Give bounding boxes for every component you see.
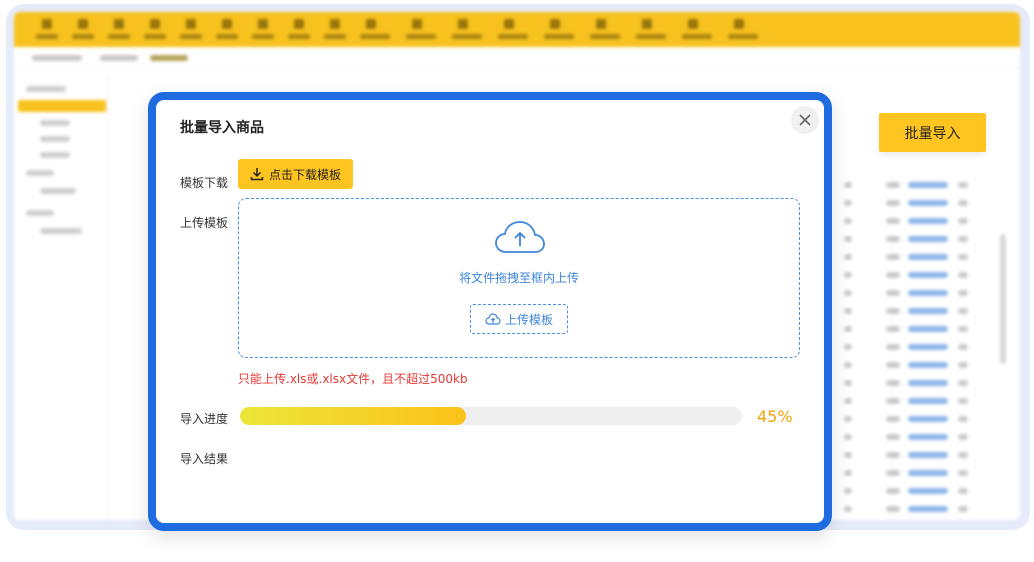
toolbar-item[interactable]: [68, 12, 98, 47]
top-toolbar: [14, 12, 1020, 47]
import-progress-label: 导入进度: [180, 412, 229, 426]
close-button[interactable]: [791, 106, 819, 134]
toolbar-item[interactable]: [356, 12, 396, 47]
toolbar-item[interactable]: [586, 12, 626, 47]
dialog-title: 批量导入商品: [180, 120, 264, 136]
sidebar: [14, 74, 108, 520]
toolbar-item[interactable]: [212, 12, 242, 47]
import-progress-fill: [240, 407, 466, 425]
upload-template-label: 上传模板: [180, 216, 229, 230]
toolbar-item[interactable]: [724, 12, 764, 47]
cloud-upload-icon: [495, 221, 545, 253]
toolbar-item[interactable]: [494, 12, 534, 47]
toolbar-item[interactable]: [632, 12, 672, 47]
upload-template-button-label: 上传模板: [504, 312, 553, 327]
bulk-import-dialog: 批量导入商品 模板下载 点击下载模板 上传模板 将文件拖拽至框内上传 上传模板 …: [148, 92, 832, 531]
close-icon: [799, 114, 811, 126]
download-template-label: 点击下载模板: [268, 167, 341, 182]
template-download-label: 模板下载: [180, 176, 229, 190]
toolbar-item[interactable]: [402, 12, 442, 47]
toolbar-item[interactable]: [32, 12, 62, 47]
download-icon: [250, 168, 264, 181]
file-drop-zone[interactable]: 将文件拖拽至框内上传 上传模板: [238, 198, 800, 358]
toolbar-item[interactable]: [284, 12, 314, 47]
toolbar-item[interactable]: [176, 12, 206, 47]
import-progress-percent: 45%: [757, 407, 793, 426]
file-format-hint: 只能上传.xls或.xlsx文件，且不超过500kb: [238, 372, 468, 386]
import-result-label: 导入结果: [180, 452, 229, 466]
toolbar-item[interactable]: [320, 12, 350, 47]
cloud-upload-icon: [485, 313, 501, 325]
tab-bar: [14, 47, 1020, 69]
toolbar-item[interactable]: [678, 12, 718, 47]
bulk-import-button[interactable]: 批量导入: [879, 113, 986, 152]
drop-zone-text: 将文件拖拽至框内上传: [458, 271, 579, 285]
toolbar-item[interactable]: [540, 12, 580, 47]
toolbar-item[interactable]: [140, 12, 170, 47]
toolbar-item[interactable]: [104, 12, 134, 47]
toolbar-item[interactable]: [448, 12, 488, 47]
toolbar-item[interactable]: [248, 12, 278, 47]
upload-template-button[interactable]: 上传模板: [470, 304, 568, 334]
import-progress-bar: [240, 407, 742, 425]
download-template-button[interactable]: 点击下载模板: [238, 159, 353, 189]
